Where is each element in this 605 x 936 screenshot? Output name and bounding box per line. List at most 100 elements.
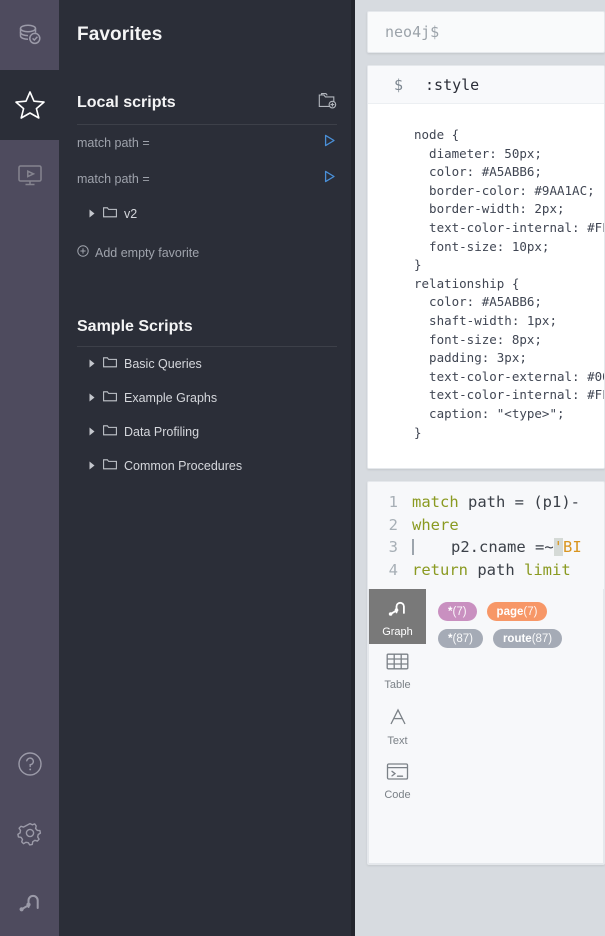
code-token: = <box>505 493 534 512</box>
folder-label: Basic Queries <box>124 357 202 371</box>
folder-item-v2[interactable]: v2 <box>77 197 337 231</box>
table-icon <box>386 652 409 676</box>
folder-label: Example Graphs <box>124 391 218 405</box>
result-view-tabs: Graph Table Text Code <box>369 589 426 864</box>
folder-item-common-procedures[interactable]: Common Procedures <box>77 449 337 483</box>
chevron-right-icon <box>89 457 96 475</box>
guides-monitor-icon <box>15 160 45 190</box>
legend-badge[interactable]: * (87) <box>438 629 483 649</box>
play-icon[interactable] <box>322 133 337 153</box>
badge-count: (87) <box>452 632 473 645</box>
style-result-frame: $ :style node { diameter: 50px; color: #… <box>367 65 605 470</box>
frame-header: $ :style <box>368 66 604 104</box>
legend-badges: * (7) page (7) * (87) route (87) <box>438 602 603 649</box>
new-folder-icon[interactable] <box>318 92 337 114</box>
add-empty-favorite-label: Add empty favorite <box>95 246 200 260</box>
legend-badge[interactable]: route (87) <box>492 629 563 649</box>
chevron-right-icon <box>89 423 96 441</box>
prompt-dollar-icon: $ <box>394 75 404 94</box>
folder-item-data-profiling[interactable]: Data Profiling <box>77 415 337 449</box>
folder-item-basic-queries[interactable]: Basic Queries <box>77 347 337 381</box>
chevron-right-icon <box>89 355 96 373</box>
line-number: 4 <box>388 560 398 579</box>
neo4j-browser-window: Favorites Local scripts match path = mat… <box>0 0 605 936</box>
badge-row: * (87) route (87) <box>438 629 603 649</box>
sidebar-item-database[interactable] <box>0 0 59 70</box>
style-code: node { diameter: 50px; color: #A5ABB6; b… <box>414 127 604 440</box>
badge-row: * (7) page (7) <box>438 602 603 622</box>
code-line: 3 p2.cname =~'BI <box>368 536 604 559</box>
play-icon[interactable] <box>322 169 337 189</box>
code-content: where <box>412 514 459 537</box>
cypher-editor-bar[interactable]: neo4j$ <box>367 11 605 53</box>
badge-count: (7) <box>452 605 467 618</box>
left-icon-rail <box>0 0 59 936</box>
badge-count: (7) <box>523 605 538 618</box>
cypher-code-block[interactable]: 1 match path = (p1)- 2 where 3 p2.cname =~'B… <box>368 482 604 589</box>
add-empty-favorite-button[interactable]: Add empty favorite <box>77 236 337 270</box>
folder-item-example-graphs[interactable]: Example Graphs <box>77 381 337 415</box>
result-body: * (7) page (7) * (87) route (87) <box>426 589 603 864</box>
code-token: where <box>412 515 459 534</box>
favorite-item[interactable]: match path = <box>77 161 337 197</box>
help-icon <box>15 749 45 779</box>
tab-table[interactable]: Table <box>369 644 426 699</box>
sidebar-item-favorites[interactable] <box>0 70 59 140</box>
line-number: 3 <box>388 538 398 557</box>
code-token: p2.cname <box>423 538 535 557</box>
folder-icon <box>103 205 117 223</box>
tab-text[interactable]: Text <box>369 699 426 754</box>
graph-icon <box>386 596 410 623</box>
badge-label: route <box>502 632 532 645</box>
code-token: path <box>477 560 515 579</box>
neo4j-logo-icon <box>15 887 45 917</box>
database-icon <box>15 20 45 50</box>
badge-label: page <box>496 605 524 618</box>
code-token: BI <box>563 538 582 557</box>
badge-count: (87) <box>531 632 553 645</box>
tab-code[interactable]: Code <box>369 754 426 809</box>
text-cursor <box>412 539 414 556</box>
drawer-title: Favorites <box>77 24 163 45</box>
local-scripts-header: Local scripts <box>77 92 337 114</box>
code-token: limit <box>524 560 571 579</box>
sidebar-item-help[interactable] <box>0 729 59 798</box>
code-content: p2.cname =~'BI <box>412 536 582 559</box>
query-result-frame: 1 match path = (p1)- 2 where 3 p2.cname =~'B… <box>367 481 605 866</box>
tab-graph[interactable]: Graph <box>369 589 426 645</box>
folder-icon <box>103 355 117 373</box>
plus-circle-icon <box>77 244 89 262</box>
legend-badge[interactable]: page (7) <box>486 602 548 622</box>
sample-scripts-title: Sample Scripts <box>77 318 193 335</box>
code-token: =~ <box>534 538 554 557</box>
code-line: 4 return path limit <box>368 559 604 582</box>
folder-label: Data Profiling <box>124 425 200 439</box>
code-token: return <box>412 560 468 579</box>
code-content: return path limit <box>412 559 580 582</box>
sidebar-item-settings[interactable] <box>0 798 59 867</box>
main-content-area: neo4j$ $ :style node { diameter: 50px; c… <box>355 0 605 936</box>
line-number: 1 <box>388 493 398 512</box>
favorite-label: match path = <box>77 172 150 186</box>
favorites-star-icon <box>13 88 47 122</box>
sidebar-item-guides[interactable] <box>0 140 59 210</box>
code-line: 1 match path = (p1)- <box>368 491 604 514</box>
code-token: path <box>468 493 506 512</box>
favorite-item[interactable]: match path = <box>77 125 337 161</box>
result-pane: Graph Table Text Code * (7) page (7) * (… <box>368 589 604 865</box>
text-icon <box>387 707 409 732</box>
favorite-label: match path = <box>77 136 150 150</box>
tab-table-label: Table <box>384 679 411 692</box>
sidebar-item-about-neo4j[interactable] <box>0 867 59 936</box>
editor-prompt: neo4j$ <box>385 23 440 41</box>
chevron-right-icon <box>89 205 96 223</box>
folder-icon <box>103 423 117 441</box>
style-code-body: node { diameter: 50px; color: #A5ABB6; b… <box>368 104 604 469</box>
local-scripts-title: Local scripts <box>77 94 176 111</box>
folder-label: v2 <box>124 207 138 221</box>
legend-badge[interactable]: * (7) <box>438 602 477 622</box>
tab-code-label: Code <box>384 789 411 802</box>
code-token: ' <box>553 538 563 557</box>
